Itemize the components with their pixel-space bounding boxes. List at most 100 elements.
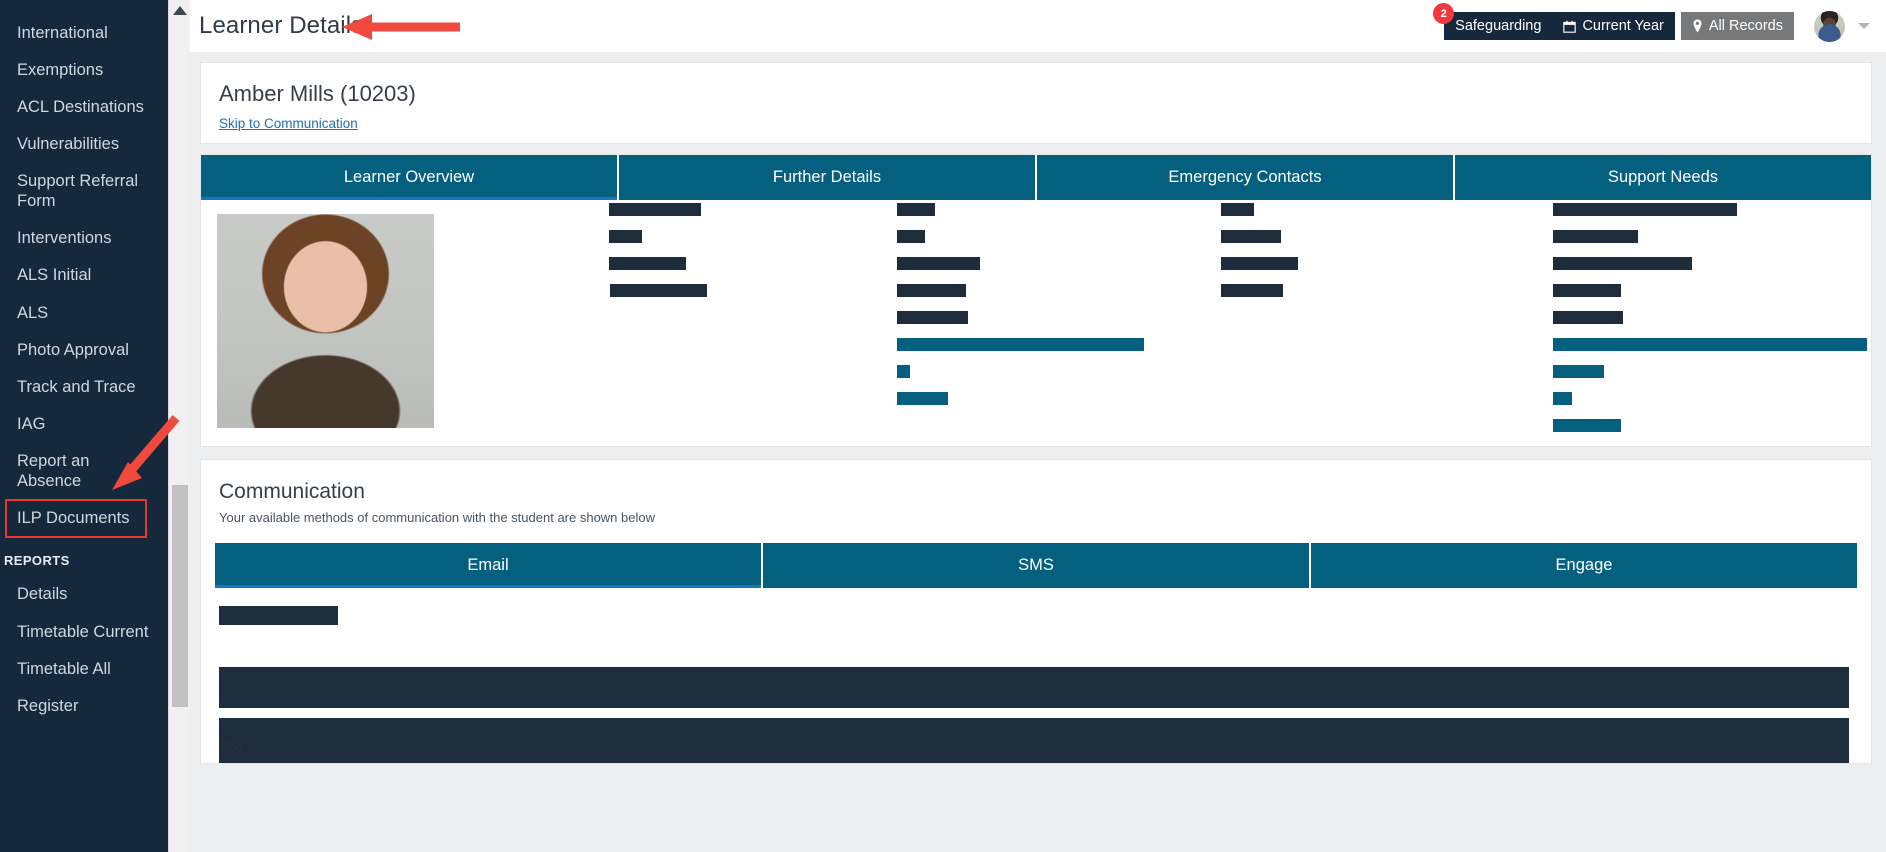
safeguarding-button[interactable]: Safeguarding — [1444, 12, 1552, 40]
current-year-label: Current Year — [1582, 18, 1663, 34]
pin-icon — [1692, 19, 1703, 33]
all-records-button[interactable]: All Records — [1681, 12, 1794, 40]
tab-sms[interactable]: SMS — [763, 543, 1311, 588]
top-bar-actions: 2 Safeguarding Current Year — [1444, 11, 1874, 42]
redacted-bar — [897, 230, 925, 243]
sidebar-item-interventions[interactable]: Interventions — [0, 220, 168, 257]
tab-support-needs[interactable]: Support Needs — [1455, 155, 1871, 200]
sidebar-item-timetable-all[interactable]: Timetable All — [0, 650, 168, 687]
sidebar-item-label: Track and Trace — [17, 378, 136, 396]
tab-email[interactable]: Email — [215, 543, 763, 588]
sidebar-item-label: International — [17, 24, 108, 42]
tab-label: Support Needs — [1608, 168, 1718, 186]
redacted-bar — [897, 257, 980, 270]
sidebar-item-international[interactable]: International — [0, 14, 168, 51]
communication-panel: Bod — [201, 588, 1871, 763]
redacted-bar — [1553, 257, 1692, 270]
communication-tabs: Email SMS Engage — [215, 543, 1857, 588]
sidebar-item-details[interactable]: Details — [0, 576, 168, 613]
redacted-column-3 — [869, 200, 1203, 446]
scrollbar-thumb[interactable] — [172, 485, 188, 707]
sidebar-item-track-and-trace[interactable]: Track and Trace — [0, 368, 168, 405]
all-records-label: All Records — [1709, 18, 1783, 34]
tab-label: Further Details — [773, 168, 881, 186]
communication-subtitle: Your available methods of communication … — [219, 510, 1853, 525]
redacted-bar — [609, 230, 642, 243]
sidebar-item-register[interactable]: Register — [0, 687, 168, 724]
partial-label-text: Bod — [221, 740, 242, 754]
sidebar-item-acl-destinations[interactable]: ACL Destinations — [0, 88, 168, 125]
redacted-field-2 — [219, 718, 1849, 763]
page-title: Learner Details — [199, 12, 363, 40]
tab-label: Emergency Contacts — [1168, 168, 1321, 186]
communication-title: Communication — [219, 480, 1853, 504]
redacted-bar — [1221, 257, 1298, 270]
redacted-bar — [1553, 392, 1572, 405]
sidebar-item-ilp-documents[interactable]: ILP Documents — [6, 500, 146, 537]
sidebar-item-vulnerabilities[interactable]: Vulnerabilities — [0, 125, 168, 162]
tab-engage[interactable]: Engage — [1311, 543, 1857, 588]
communication-header: Communication Your available methods of … — [201, 460, 1871, 543]
scroll-up-arrow-icon[interactable] — [173, 6, 187, 15]
tab-learner-overview[interactable]: Learner Overview — [201, 155, 619, 200]
learner-tabs-card: Learner Overview Further Details Emergen… — [200, 154, 1872, 447]
sidebar: International Exemptions ACL Destination… — [0, 0, 168, 852]
learner-overview-panel — [201, 200, 1871, 446]
tab-label: Email — [467, 556, 508, 574]
sidebar-item-label: ALS Initial — [17, 266, 91, 284]
redacted-bar — [1553, 230, 1638, 243]
sidebar-item-als[interactable]: ALS — [0, 294, 168, 331]
safeguarding-wrap: 2 Safeguarding — [1444, 12, 1552, 40]
sidebar-section-reports: REPORTS — [0, 537, 168, 576]
app-root: International Exemptions ACL Destination… — [0, 0, 1886, 852]
tab-label: Engage — [1556, 556, 1613, 574]
sidebar-item-label: Vulnerabilities — [17, 135, 119, 153]
sidebar-item-timetable-current[interactable]: Timetable Current — [0, 613, 168, 650]
communication-card: Communication Your available methods of … — [200, 459, 1872, 764]
tab-emergency-contacts[interactable]: Emergency Contacts — [1037, 155, 1455, 200]
sidebar-item-label: ALS — [17, 304, 48, 322]
tab-further-details[interactable]: Further Details — [619, 155, 1037, 200]
skip-to-communication-link[interactable]: Skip to Communication — [219, 116, 358, 131]
redacted-bar — [1221, 203, 1254, 216]
redacted-column-2 — [535, 200, 869, 446]
sidebar-item-label: Interventions — [17, 229, 111, 247]
top-bar: Learner Details 2 Safeguarding Curre — [190, 0, 1886, 52]
sidebar-item-iag[interactable]: IAG — [0, 405, 168, 442]
sidebar-nav-list: International Exemptions ACL Destination… — [0, 0, 168, 724]
sidebar-item-exemptions[interactable]: Exemptions — [0, 51, 168, 88]
redacted-column-5 — [1537, 200, 1871, 446]
learner-photo — [217, 214, 434, 428]
redacted-bar — [1553, 338, 1867, 351]
sidebar-item-support-referral-form[interactable]: Support Referral Form — [0, 163, 168, 220]
sidebar-item-label: Timetable Current — [17, 623, 148, 641]
sidebar-item-label: IAG — [17, 415, 45, 433]
sidebar-item-photo-approval[interactable]: Photo Approval — [0, 331, 168, 368]
redacted-bar — [609, 257, 686, 270]
current-year-button[interactable]: Current Year — [1552, 12, 1674, 40]
sidebar-item-label: Support Referral Form — [17, 172, 138, 210]
redacted-bar — [609, 203, 701, 216]
tab-label: Learner Overview — [344, 168, 474, 186]
calendar-icon — [1563, 20, 1576, 33]
redacted-bar — [610, 284, 707, 297]
redacted-bar — [1553, 284, 1621, 297]
redacted-column-4 — [1203, 200, 1537, 446]
sidebar-item-label: Report an Absence — [17, 452, 89, 490]
sidebar-scrollbar[interactable] — [168, 0, 190, 852]
sidebar-item-label: Register — [17, 697, 78, 715]
redacted-field-1 — [219, 667, 1849, 708]
redacted-bar — [897, 365, 910, 378]
sidebar-item-label: Details — [17, 585, 67, 603]
chevron-down-icon[interactable] — [1858, 23, 1870, 29]
redacted-bar — [1221, 284, 1283, 297]
sidebar-item-als-initial[interactable]: ALS Initial — [0, 257, 168, 294]
avatar[interactable] — [1814, 11, 1845, 42]
sidebar-item-label: ILP Documents — [17, 509, 130, 527]
redacted-bar — [1553, 311, 1623, 324]
sidebar-item-label: Timetable All — [17, 660, 111, 678]
learner-name: Amber Mills (10203) — [219, 81, 1853, 107]
redacted-bar — [897, 284, 966, 297]
detail-tabs: Learner Overview Further Details Emergen… — [201, 155, 1871, 200]
sidebar-item-report-an-absence[interactable]: Report an Absence — [0, 443, 168, 500]
